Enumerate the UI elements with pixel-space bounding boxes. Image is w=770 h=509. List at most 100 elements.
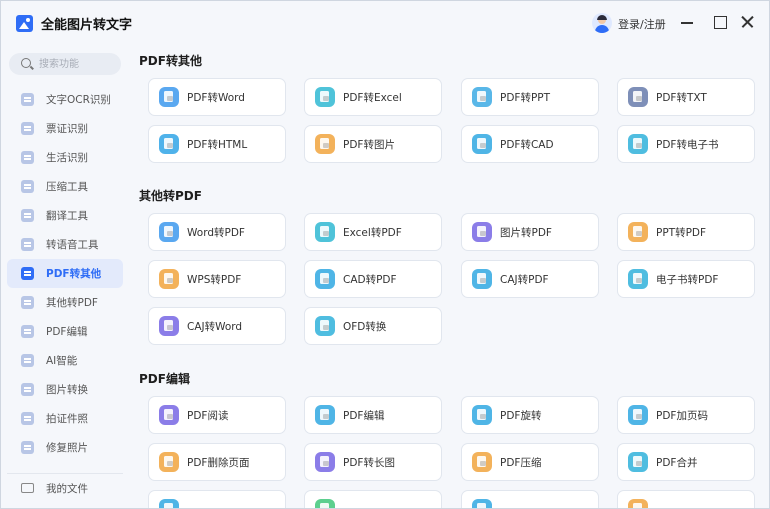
- tool-card-label: PDF转长图: [343, 456, 395, 469]
- document-icon: [159, 134, 179, 154]
- section-title: PDF转其他: [139, 54, 202, 68]
- tool-card-label: PDF编辑: [343, 409, 385, 422]
- search-input[interactable]: [39, 56, 117, 72]
- tool-card[interactable]: PDF转Excel: [304, 78, 442, 116]
- ocr-icon: [21, 93, 34, 106]
- tool-card-label: CAJ转PDF: [500, 273, 549, 286]
- tool-card[interactable]: PDF合并: [617, 443, 755, 481]
- document-icon: [159, 87, 179, 107]
- tool-card-label: PDF合并: [656, 456, 698, 469]
- tool-card-label: Excel转PDF: [343, 226, 402, 239]
- document-icon: [628, 405, 648, 425]
- document-icon: [315, 452, 335, 472]
- login-register-link[interactable]: 登录/注册: [618, 16, 666, 32]
- sidebar-item[interactable]: 图片转换: [7, 375, 123, 404]
- sidebar-item-label: 其他转PDF: [46, 297, 98, 309]
- sidebar-item[interactable]: 转语音工具: [7, 230, 123, 259]
- sidebar-item[interactable]: PDF转其他: [7, 259, 123, 288]
- tool-card[interactable]: PDF转电子书: [617, 125, 755, 163]
- tool-card-label: OFD转换: [343, 320, 387, 333]
- tool-card[interactable]: Excel转PDF: [304, 213, 442, 251]
- tool-card[interactable]: PDF阅读: [148, 396, 286, 434]
- tool-card-label: 电子书转PDF: [656, 273, 719, 286]
- tool-card-label: PDF阅读: [187, 409, 229, 422]
- repair-photo-icon: [21, 441, 34, 454]
- document-icon: [159, 269, 179, 289]
- tool-card-label: PDF删除页面: [187, 456, 250, 469]
- search-box[interactable]: [9, 53, 121, 75]
- sidebar-item[interactable]: 修复照片: [7, 433, 123, 462]
- document-icon: [628, 222, 648, 242]
- tool-card[interactable]: PDF转TXT: [617, 78, 755, 116]
- tool-card[interactable]: PDF转Word: [148, 78, 286, 116]
- tool-card-label: PDF转Excel: [343, 91, 402, 104]
- document-icon: [628, 499, 648, 508]
- document-icon: [315, 87, 335, 107]
- app-title: 全能图片转文字: [41, 18, 133, 33]
- sidebar-item[interactable]: 压缩工具: [7, 172, 123, 201]
- tool-card-label: CAD转PDF: [343, 273, 397, 286]
- sidebar-item-label: AI智能: [46, 355, 78, 367]
- tool-card[interactable]: Word转PDF: [148, 213, 286, 251]
- close-icon[interactable]: [738, 13, 756, 31]
- tool-card[interactable]: CAJ转Word: [148, 307, 286, 345]
- tool-card[interactable]: OFD转换: [304, 307, 442, 345]
- tool-card[interactable]: [617, 490, 755, 508]
- sidebar-item[interactable]: PDF编辑: [7, 317, 123, 346]
- tool-card[interactable]: 电子书转PDF: [617, 260, 755, 298]
- tool-card[interactable]: [148, 490, 286, 508]
- tool-card[interactable]: PDF转PPT: [461, 78, 599, 116]
- sidebar-item[interactable]: 票证识别: [7, 114, 123, 143]
- minimize-icon[interactable]: [678, 13, 696, 31]
- maximize-icon[interactable]: [711, 13, 729, 31]
- sidebar-item-label: 图片转换: [46, 384, 88, 396]
- my-files-button[interactable]: 我的文件: [7, 473, 123, 502]
- tool-card[interactable]: PDF旋转: [461, 396, 599, 434]
- sidebar-item[interactable]: AI智能: [7, 346, 123, 375]
- sidebar-item[interactable]: 生活识别: [7, 143, 123, 172]
- tool-card[interactable]: PDF转图片: [304, 125, 442, 163]
- app-window: 全能图片转文字 登录/注册 文字OCR识别票证识别生活识别压缩工具翻译工具转语音…: [0, 0, 770, 509]
- tool-card[interactable]: PDF删除页面: [148, 443, 286, 481]
- document-icon: [159, 405, 179, 425]
- tool-card[interactable]: WPS转PDF: [148, 260, 286, 298]
- tool-card[interactable]: PPT转PDF: [617, 213, 755, 251]
- sidebar-item-label: PDF转其他: [46, 268, 102, 280]
- tool-card[interactable]: CAD转PDF: [304, 260, 442, 298]
- tool-card-label: PDF旋转: [500, 409, 542, 422]
- document-icon: [315, 405, 335, 425]
- tool-card[interactable]: PDF编辑: [304, 396, 442, 434]
- search-icon: [21, 58, 31, 68]
- document-icon: [472, 222, 492, 242]
- tool-card[interactable]: PDF压缩: [461, 443, 599, 481]
- sidebar-item[interactable]: 文字OCR识别: [7, 85, 123, 114]
- ai-icon: [21, 354, 34, 367]
- compress-icon: [21, 180, 34, 193]
- avatar[interactable]: [592, 13, 612, 33]
- document-icon: [628, 134, 648, 154]
- tool-card-label: PDF压缩: [500, 456, 542, 469]
- tool-card[interactable]: PDF转HTML: [148, 125, 286, 163]
- document-icon: [628, 269, 648, 289]
- sidebar-item-label: 转语音工具: [46, 239, 99, 251]
- sidebar-item[interactable]: 拍证件照: [7, 404, 123, 433]
- sidebar-nav: 文字OCR识别 票证识别 生活识别 压缩工具翻译工具转语音工具 PDF转其他 其他转PDF…: [7, 85, 123, 462]
- document-icon: [159, 316, 179, 336]
- tool-card[interactable]: CAJ转PDF: [461, 260, 599, 298]
- document-icon: [159, 499, 179, 508]
- image-convert-icon: [21, 383, 34, 396]
- sidebar-item[interactable]: 其他转PDF: [7, 288, 123, 317]
- sidebar-item-label: 翻译工具: [46, 210, 88, 222]
- sidebar-item[interactable]: 翻译工具: [7, 201, 123, 230]
- to-pdf-icon: [21, 296, 34, 309]
- document-icon: [628, 452, 648, 472]
- document-icon: [315, 499, 335, 508]
- tool-card[interactable]: [461, 490, 599, 508]
- tool-card[interactable]: PDF加页码: [617, 396, 755, 434]
- tool-card[interactable]: 图片转PDF: [461, 213, 599, 251]
- tool-card[interactable]: PDF转长图: [304, 443, 442, 481]
- tool-card[interactable]: PDF转CAD: [461, 125, 599, 163]
- document-icon: [315, 134, 335, 154]
- tool-card[interactable]: [304, 490, 442, 508]
- document-icon: [472, 452, 492, 472]
